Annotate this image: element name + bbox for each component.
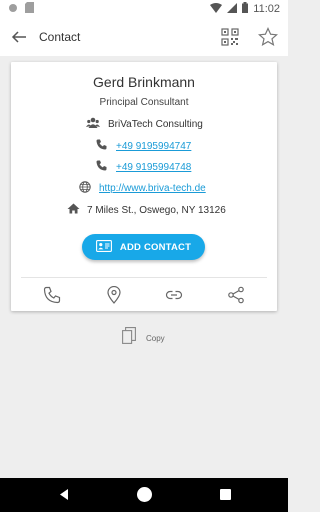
notification-circle-icon [8,0,18,18]
star-icon[interactable] [257,27,279,47]
address-row[interactable]: 7 Miles St., Oswego, NY 13126 [67,202,226,218]
group-icon [86,117,100,132]
contact-job-title: Principal Consultant [99,97,189,108]
status-time: 11:02 [253,3,280,15]
website-link[interactable]: http://www.briva-tech.de [99,183,206,194]
contact-address: 7 Miles St., Oswego, NY 13126 [87,204,226,216]
signal-icon [227,2,238,16]
share-icon[interactable] [227,286,245,304]
location-pin-icon[interactable] [105,285,123,304]
qr-code-icon[interactable] [221,28,239,46]
navigation-bar [0,478,288,512]
home-icon [67,203,80,217]
phone-row-1[interactable]: +49 9195994747 [96,138,191,154]
website-row[interactable]: http://www.briva-tech.de [79,180,206,196]
contact-name: Gerd Brinkmann [93,74,195,90]
nav-recent-apps-icon[interactable] [220,489,231,500]
contact-card: Gerd Brinkmann Principal Consultant BriV… [11,62,277,311]
phone-icon [96,139,107,153]
copy-label: Copy [146,333,165,343]
sd-card-icon [25,0,34,18]
link-icon[interactable] [165,286,183,304]
phone-row-2[interactable]: +49 9195994748 [96,159,191,175]
nav-back-icon[interactable] [58,488,70,506]
phone-link-1[interactable]: +49 9195994747 [116,141,191,152]
nav-home-icon[interactable] [137,487,152,502]
company-row: BriVaTech Consulting [86,116,203,132]
globe-icon [79,180,91,196]
card-divider [21,277,267,278]
contact-company: BriVaTech Consulting [108,118,203,130]
status-bar: 11:02 [0,0,288,18]
battery-icon [242,2,249,16]
app-bar: Contact [0,18,288,56]
back-arrow-icon[interactable] [10,28,28,46]
phone-icon[interactable] [43,286,61,304]
add-contact-label: ADD CONTACT [119,241,192,253]
contact-card-icon [95,239,120,255]
phone-icon [96,160,107,174]
wifi-icon [210,2,223,16]
copy-icon [122,327,136,349]
page-title: Contact [39,30,81,44]
add-contact-button[interactable]: ADD CONTACT [82,234,205,260]
copy-button[interactable]: Copy [122,327,165,349]
phone-link-2[interactable]: +49 9195994748 [116,162,191,173]
